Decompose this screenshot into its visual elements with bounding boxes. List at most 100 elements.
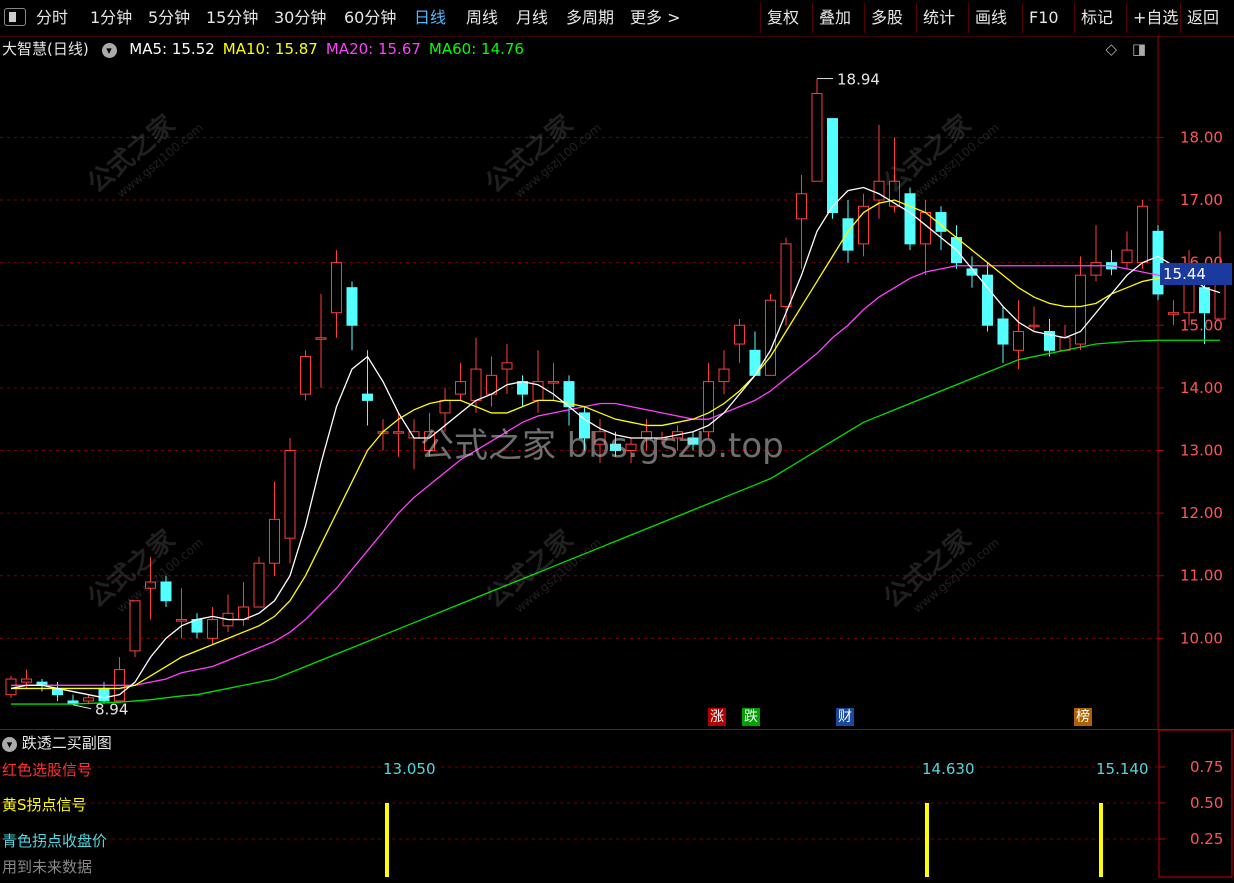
candle-body	[873, 180, 885, 201]
main-chart-legend: 大智慧(日线) ▾ MA5: 15.52 MA10: 15.87 MA20: 15.…	[2, 38, 540, 60]
sub-line-label: 青色拐点收盘价	[2, 832, 108, 850]
candle	[811, 78, 823, 182]
layout-toggle-icon[interactable]	[4, 8, 26, 26]
candle-body	[300, 356, 311, 395]
low-mark-label: 8.94	[95, 701, 128, 719]
period-tab-9[interactable]: 多周期	[566, 0, 614, 36]
candle	[765, 293, 776, 376]
ma-legend-0: MA5: 15.52	[129, 40, 215, 58]
candle-body	[811, 93, 823, 182]
candle	[300, 350, 311, 401]
toolbar-action-8[interactable]: 返回	[1180, 3, 1225, 33]
candle	[377, 419, 389, 451]
candle-body	[269, 518, 280, 564]
low-mark-line	[72, 704, 92, 710]
candle-body	[1137, 205, 1148, 264]
candle-body	[1013, 331, 1024, 351]
candle	[207, 607, 218, 645]
high-mark-label: 18.94	[837, 71, 880, 89]
candle	[129, 600, 141, 658]
sub-y-tick-label: 0.25	[1190, 830, 1223, 848]
toolbar-action-3[interactable]: 统计	[916, 3, 961, 33]
toolbar-action-7[interactable]: +自选	[1126, 3, 1184, 33]
candle	[966, 256, 978, 288]
candle-body	[393, 431, 404, 434]
candle-body	[284, 449, 296, 539]
signal-value: 13.050	[383, 760, 436, 778]
candle-body	[362, 393, 373, 401]
candle-body	[1121, 249, 1133, 264]
y-tick-label: 17.00	[1180, 191, 1223, 209]
candle	[408, 419, 420, 470]
period-tab-5[interactable]: 60分钟	[344, 0, 396, 36]
period-tab-1[interactable]: 1分钟	[90, 0, 132, 36]
sub-y-tick-label: 0.50	[1190, 794, 1223, 812]
dropdown-icon[interactable]: ▾	[2, 737, 17, 752]
candle	[718, 350, 730, 395]
period-tab-2[interactable]: 5分钟	[148, 0, 190, 36]
candle	[982, 262, 993, 332]
candle	[827, 118, 838, 219]
period-tab-7[interactable]: 周线	[466, 0, 498, 36]
toolbar-action-2[interactable]: 多股	[864, 3, 909, 33]
candle-body	[98, 687, 110, 702]
candle	[222, 594, 234, 633]
candle-body	[1059, 337, 1071, 351]
period-toolbar: 分时 1分钟 5分钟 15分钟 30分钟 60分钟 日线 周线 月线 多周期 更多 > 复权 叠加 多股…	[0, 0, 1234, 37]
y-tick-label: 14.00	[1180, 379, 1223, 397]
candle-body	[346, 287, 358, 326]
candle-body	[1168, 312, 1179, 315]
candle	[455, 362, 466, 401]
candle-body	[796, 193, 807, 220]
y-tick-label: 10.00	[1180, 629, 1223, 647]
candle-body	[5, 678, 17, 696]
period-tab-8[interactable]: 月线	[516, 0, 548, 36]
candle-body	[253, 562, 265, 608]
candle-body	[718, 368, 730, 383]
period-tab-10[interactable]: 更多 >	[630, 0, 681, 36]
candle-body	[780, 243, 792, 307]
sub-line-label: 红色选股信号	[2, 761, 93, 779]
period-tab-4[interactable]: 30分钟	[274, 0, 326, 36]
period-tab-6[interactable]: 日线	[414, 0, 446, 36]
candle	[532, 350, 544, 413]
toolbar-action-4[interactable]: 画线	[968, 3, 1013, 33]
center-watermark: 公式之家 bbs.gszb.top	[420, 426, 784, 466]
candle-body	[501, 362, 513, 370]
candle	[1106, 250, 1117, 276]
panel-toggle-icon[interactable]: ◨	[1132, 40, 1146, 58]
toolbar-action-6[interactable]: 标记	[1074, 3, 1119, 33]
candle-body	[517, 381, 528, 395]
candle	[858, 193, 869, 257]
sub-indicator-panel[interactable]: 0.75 0.50 0.25 ▾ 跌透二买副图 红色选股信号 黄S拐点信号 青色拐点收盘…	[0, 729, 1234, 879]
diamond-icon[interactable]: ◇	[1105, 40, 1117, 58]
event-badge[interactable]: 财	[836, 708, 854, 726]
candle	[191, 613, 203, 639]
event-badge[interactable]: 榜	[1074, 708, 1092, 726]
period-tab-3[interactable]: 15分钟	[206, 0, 258, 36]
candle	[176, 588, 187, 639]
main-chart-panel[interactable]: 大智慧(日线) ▾ MA5: 15.52 MA10: 15.87 MA20: 15.…	[0, 36, 1234, 729]
candle	[67, 694, 79, 705]
toolbar-action-5[interactable]: F10	[1022, 3, 1065, 33]
sub-indicator-title: 跌透二买副图	[21, 734, 112, 752]
candle-body	[160, 581, 172, 602]
y-tick-label: 18.00	[1180, 128, 1223, 146]
candle-body	[765, 299, 776, 376]
signal-bar	[925, 803, 929, 877]
signal-bar	[385, 803, 389, 877]
candle-body	[827, 118, 838, 214]
candle-body	[21, 678, 32, 683]
event-badge[interactable]: 跌	[742, 708, 760, 726]
candle	[1028, 306, 1040, 332]
toolbar-action-1[interactable]: 叠加	[812, 3, 857, 33]
dropdown-icon[interactable]: ▾	[101, 43, 117, 58]
event-badge[interactable]: 涨	[708, 708, 726, 726]
period-tab-0[interactable]: 分时	[36, 0, 68, 36]
candle	[734, 318, 745, 363]
last-price-tag: 15.44	[1160, 263, 1232, 285]
candle	[1121, 231, 1133, 269]
candle	[315, 293, 327, 388]
toolbar-action-0[interactable]: 复权	[760, 3, 805, 33]
candle-body	[470, 368, 482, 401]
